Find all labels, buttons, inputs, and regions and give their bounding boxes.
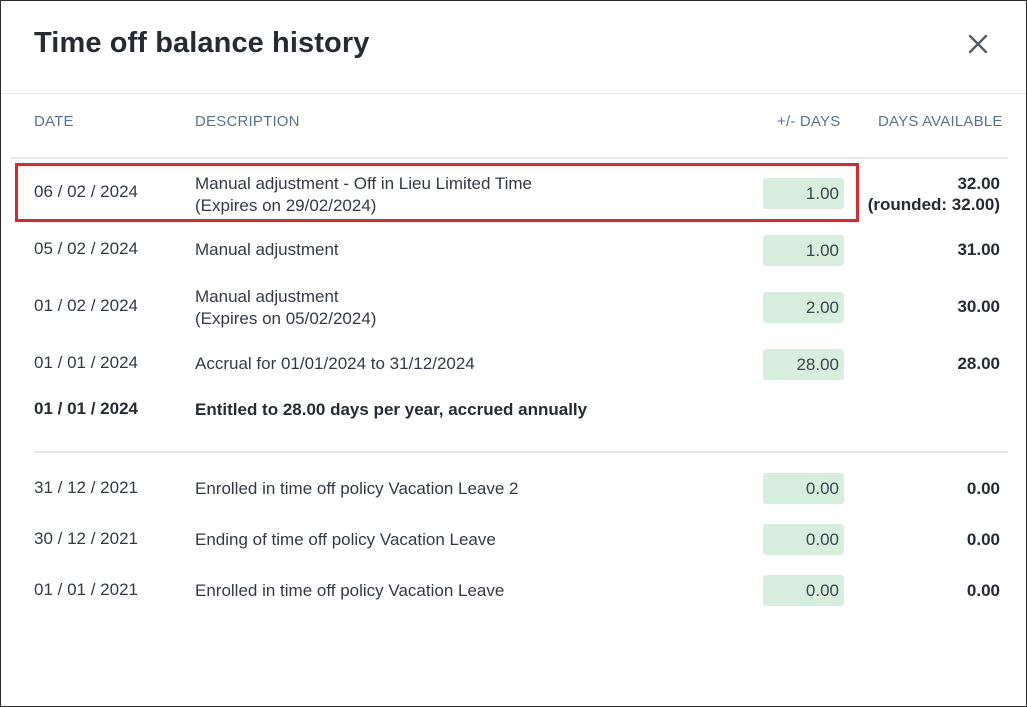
row-description-line: Enrolled in time off policy Vacation Lea…: [195, 479, 519, 498]
row-date: 31 / 12 / 2021: [34, 478, 138, 497]
days-available-value: 30.00: [957, 297, 1000, 316]
column-header-days-change: +/- DAYS: [777, 113, 841, 130]
days-available-value: 0.00: [966, 530, 1000, 549]
row-description: Manual adjustment (Expires on 05/02/2024…: [195, 286, 376, 330]
row-description-line: Accrual for 01/01/2024 to 31/12/2024: [195, 354, 475, 373]
close-icon: [968, 34, 988, 54]
row-description-line: Entitled to 28.00 days per year, accrued…: [195, 400, 588, 419]
row-description-line: Enrolled in time off policy Vacation Lea…: [195, 581, 505, 600]
days-available: 0.00: [967, 580, 1000, 601]
days-available-rounded: (rounded: 32.00): [867, 195, 1000, 214]
row-description-line: Ending of time off policy Vacation Leave: [195, 530, 496, 549]
close-button[interactable]: [963, 29, 993, 59]
days-available-value: 32.00: [957, 174, 1000, 193]
dialog-header: Time off balance history: [1, 1, 1026, 94]
days-change-badge: 2.00: [763, 292, 844, 323]
row-description: Enrolled in time off policy Vacation Lea…: [195, 478, 519, 500]
highlight-box: [15, 163, 859, 222]
days-available-value: 31.00: [957, 240, 1000, 259]
header-divider: [11, 157, 1008, 159]
days-available: 31.00: [957, 239, 1000, 260]
days-available-value: 0.00: [966, 479, 1000, 498]
days-change-badge: 0.00: [763, 473, 844, 504]
column-header-description: DESCRIPTION: [195, 113, 300, 130]
row-date: 01 / 01 / 2024: [34, 353, 138, 372]
row-date: 01 / 02 / 2024: [34, 296, 138, 315]
balance-history-dialog: Time off balance history DATE DESCRIPTIO…: [0, 0, 1027, 707]
column-header-days-available: DAYS AVAILABLE: [878, 113, 1003, 130]
dialog-title: Time off balance history: [34, 27, 370, 59]
row-date: 05 / 02 / 2024: [34, 239, 138, 258]
days-available: 28.00: [957, 353, 1000, 374]
section-divider: [34, 451, 1008, 453]
days-available-value: 28.00: [957, 354, 1000, 373]
days-available: 30.00: [957, 296, 1000, 317]
row-date: 01 / 01 / 2024: [34, 399, 138, 418]
days-available: 32.00 (rounded: 32.00): [868, 173, 1000, 215]
days-change-badge: 0.00: [763, 524, 844, 555]
row-description: Enrolled in time off policy Vacation Lea…: [195, 580, 504, 602]
row-date: 30 / 12 / 2021: [34, 529, 138, 548]
days-available-value: 0.00: [966, 581, 1000, 600]
days-change-badge: 28.00: [763, 349, 844, 380]
days-change-badge: 1.00: [763, 235, 844, 266]
row-description-line: Manual adjustment: [195, 287, 339, 306]
row-description-note: (Expires on 05/02/2024): [195, 309, 377, 328]
row-description-line: Manual adjustment: [195, 240, 339, 259]
row-description: Entitled to 28.00 days per year, accrued…: [195, 399, 587, 421]
row-description: Accrual for 01/01/2024 to 31/12/2024: [195, 353, 475, 375]
row-description: Manual adjustment: [195, 239, 339, 261]
days-available: 0.00: [967, 529, 1000, 550]
row-description: Ending of time off policy Vacation Leave: [195, 529, 496, 551]
column-header-date: DATE: [34, 113, 74, 130]
days-available: 0.00: [967, 478, 1000, 499]
row-date: 01 / 01 / 2021: [34, 580, 138, 599]
days-change-badge: 0.00: [763, 575, 844, 606]
